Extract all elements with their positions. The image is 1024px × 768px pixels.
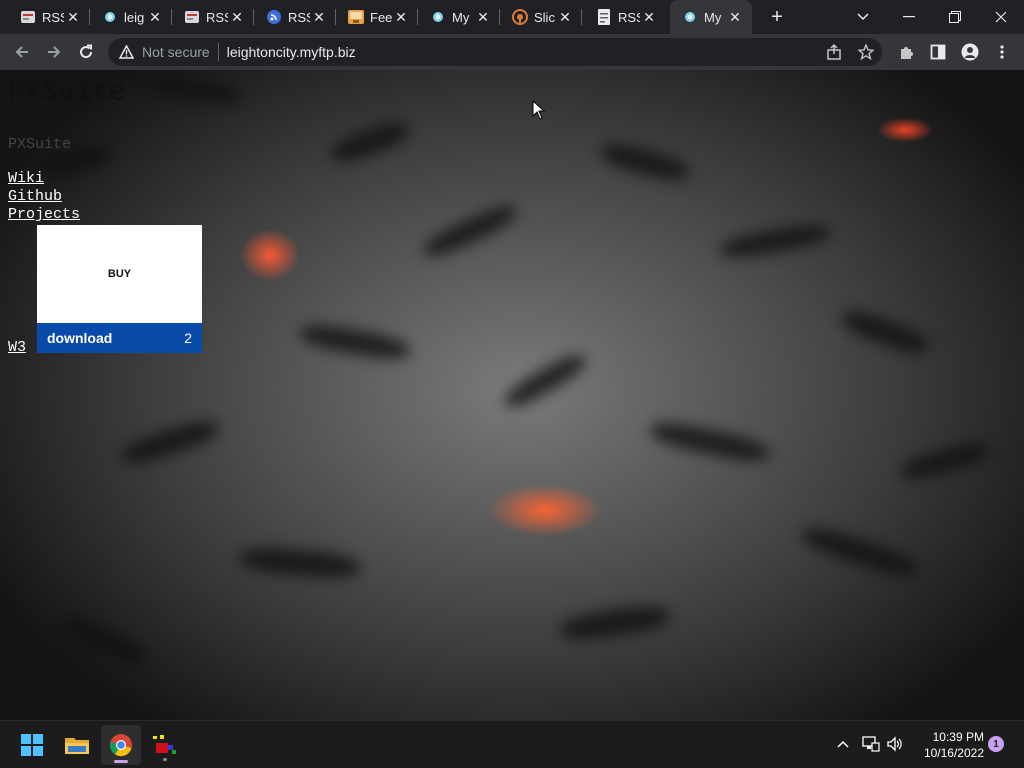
bookmark-star-icon[interactable]: [854, 40, 878, 64]
tab-title: RSS: [288, 9, 310, 25]
volume-icon[interactable]: [884, 733, 906, 755]
clock-date: 10/16/2022: [923, 746, 984, 760]
minimize-icon[interactable]: [886, 0, 932, 34]
close-icon[interactable]: ✕: [64, 8, 82, 26]
start-icon[interactable]: [12, 725, 52, 765]
tab-title: Slic: [534, 9, 555, 25]
download-bar[interactable]: download 2: [37, 323, 202, 353]
download-label[interactable]: download: [47, 330, 184, 346]
taskbar: 10:39 PM 10/16/2022 1: [0, 720, 1024, 768]
background-shape: [838, 305, 932, 359]
chrome-icon[interactable]: [101, 725, 141, 765]
background-shape: [500, 348, 590, 414]
chevron-up-icon[interactable]: [832, 733, 854, 755]
tab-my-active[interactable]: My ✕: [670, 0, 752, 34]
restore-icon[interactable]: [932, 0, 978, 34]
tab-rss-1[interactable]: RSS ✕: [8, 0, 90, 34]
site-dot-icon: [682, 9, 698, 25]
download-count: 2: [184, 330, 192, 346]
close-icon[interactable]: ✕: [474, 8, 492, 26]
w3-link[interactable]: W3: [8, 339, 26, 356]
github-link[interactable]: Github: [8, 188, 62, 205]
site-dot-icon: [102, 9, 118, 25]
tab-title: leig: [124, 9, 145, 25]
buy-button[interactable]: BUY: [37, 225, 202, 323]
background-shape: [149, 73, 241, 107]
tab-leig[interactable]: leig ✕: [90, 0, 172, 34]
background-shape: [598, 138, 692, 186]
background-shape: [59, 612, 151, 670]
close-icon[interactable]: ✕: [228, 8, 246, 26]
background-shape: [558, 602, 672, 644]
file-explorer-icon[interactable]: [57, 725, 97, 765]
extensions-puzzle-icon[interactable]: [894, 40, 918, 64]
background-shape: [718, 220, 832, 262]
tab-my-1[interactable]: My ✕: [418, 0, 500, 34]
close-icon[interactable]: ✕: [726, 8, 744, 26]
background-shape: [420, 199, 520, 263]
side-panel-icon[interactable]: [926, 40, 950, 64]
background-shape: [648, 417, 772, 467]
feed-image-icon: [348, 9, 364, 25]
tab-feed[interactable]: Fee ✕: [336, 0, 418, 34]
background-shape: [239, 544, 361, 582]
tab-title: My: [452, 9, 470, 25]
profile-avatar-icon[interactable]: [958, 40, 982, 64]
new-tab-button[interactable]: +: [764, 4, 790, 30]
forward-arrow-icon[interactable]: [40, 38, 68, 66]
reload-icon[interactable]: [72, 38, 100, 66]
site-dot-icon: [430, 9, 446, 25]
kebab-menu-icon[interactable]: [990, 40, 1014, 64]
notification-badge[interactable]: 1: [988, 736, 1004, 752]
warning-icon[interactable]: [118, 44, 134, 60]
back-arrow-icon[interactable]: [8, 38, 36, 66]
rss-reader-icon: [266, 9, 282, 25]
clock-time: 10:39 PM: [932, 730, 984, 744]
document-icon: [596, 9, 612, 25]
tab-title: RSS: [42, 9, 64, 25]
security-label[interactable]: Not secure: [142, 44, 210, 60]
close-icon[interactable]: ✕: [556, 8, 574, 26]
tab-rss-4[interactable]: RSS ✕: [584, 0, 666, 34]
tab-slic[interactable]: Slic ✕: [500, 0, 582, 34]
broadcast-icon: [512, 9, 528, 25]
page-viewport: PXSuite PXSuite Wiki Github Projects W3 …: [0, 70, 1024, 720]
background-shape: [328, 117, 412, 167]
mouse-cursor-icon: [532, 100, 546, 120]
tab-title: Fee: [370, 9, 392, 25]
projects-link[interactable]: Projects: [8, 206, 80, 223]
page-subtitle: PXSuite: [8, 136, 72, 153]
background-shape: [118, 415, 222, 469]
window-close-icon[interactable]: [978, 0, 1024, 34]
page-title: PXSuite: [8, 78, 126, 109]
wiki-link[interactable]: Wiki: [8, 170, 44, 187]
rss-feed-icon: [20, 9, 36, 25]
tab-title: RSS: [618, 9, 640, 25]
tab-rss-2[interactable]: RSS ✕: [172, 0, 254, 34]
close-icon[interactable]: ✕: [392, 8, 410, 26]
background-shape: [298, 320, 412, 364]
tab-strip: RSS ✕ leig ✕ RSS ✕ RSS ✕ Fee ✕ My ✕ Slic…: [0, 0, 1024, 34]
download-card: BUY download 2: [37, 225, 202, 353]
address-bar[interactable]: Not secure leightoncity.myftp.biz: [108, 38, 882, 66]
paint-app-icon[interactable]: [145, 725, 185, 765]
close-icon[interactable]: ✕: [310, 8, 328, 26]
share-icon[interactable]: [822, 40, 846, 64]
tab-search-icon[interactable]: [840, 0, 886, 34]
close-icon[interactable]: ✕: [146, 8, 164, 26]
network-icon[interactable]: [860, 733, 882, 755]
tab-rss-3[interactable]: RSS ✕: [254, 0, 336, 34]
tab-title: My: [704, 9, 722, 25]
background-shape: [799, 522, 921, 582]
browser-toolbar: Not secure leightoncity.myftp.biz: [0, 34, 1024, 70]
close-icon[interactable]: ✕: [640, 8, 658, 26]
system-clock[interactable]: 10:39 PM 10/16/2022: [912, 729, 984, 761]
tab-title: RSS: [206, 9, 228, 25]
rss-feed-icon: [184, 9, 200, 25]
background-shape: [898, 438, 992, 484]
url-text[interactable]: leightoncity.myftp.biz: [227, 44, 356, 60]
